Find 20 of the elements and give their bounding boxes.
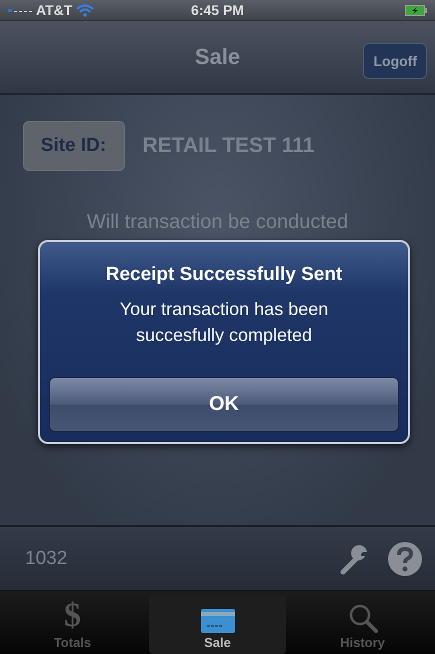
- logoff-button[interactable]: Logoff: [363, 43, 427, 79]
- search-icon: [348, 603, 378, 633]
- site-id-button[interactable]: Site ID:: [22, 121, 124, 171]
- tab-item[interactable]: $ Totals: [4, 595, 141, 654]
- nav-title: Sale: [194, 44, 240, 70]
- tab-item[interactable]: Sale: [149, 595, 286, 654]
- carrier-name: AT&T: [36, 2, 72, 18]
- card-icon: [200, 609, 234, 633]
- alert-message: Your transaction has been succesfully completed: [118, 298, 330, 347]
- help-icon[interactable]: [387, 540, 423, 576]
- signal-icon: [8, 7, 32, 13]
- wifi-icon: [76, 4, 94, 16]
- status-time: 6:45 PM: [191, 2, 244, 18]
- alert-title: Receipt Successfully Sent: [106, 264, 342, 286]
- dollar-icon: $: [64, 599, 81, 633]
- ok-button[interactable]: OK: [49, 377, 399, 432]
- tab-item[interactable]: History: [294, 595, 431, 654]
- battery-icon: [405, 4, 427, 16]
- site-id-value: RETAIL TEST 111: [142, 134, 314, 158]
- footer-number: 1032: [25, 548, 68, 570]
